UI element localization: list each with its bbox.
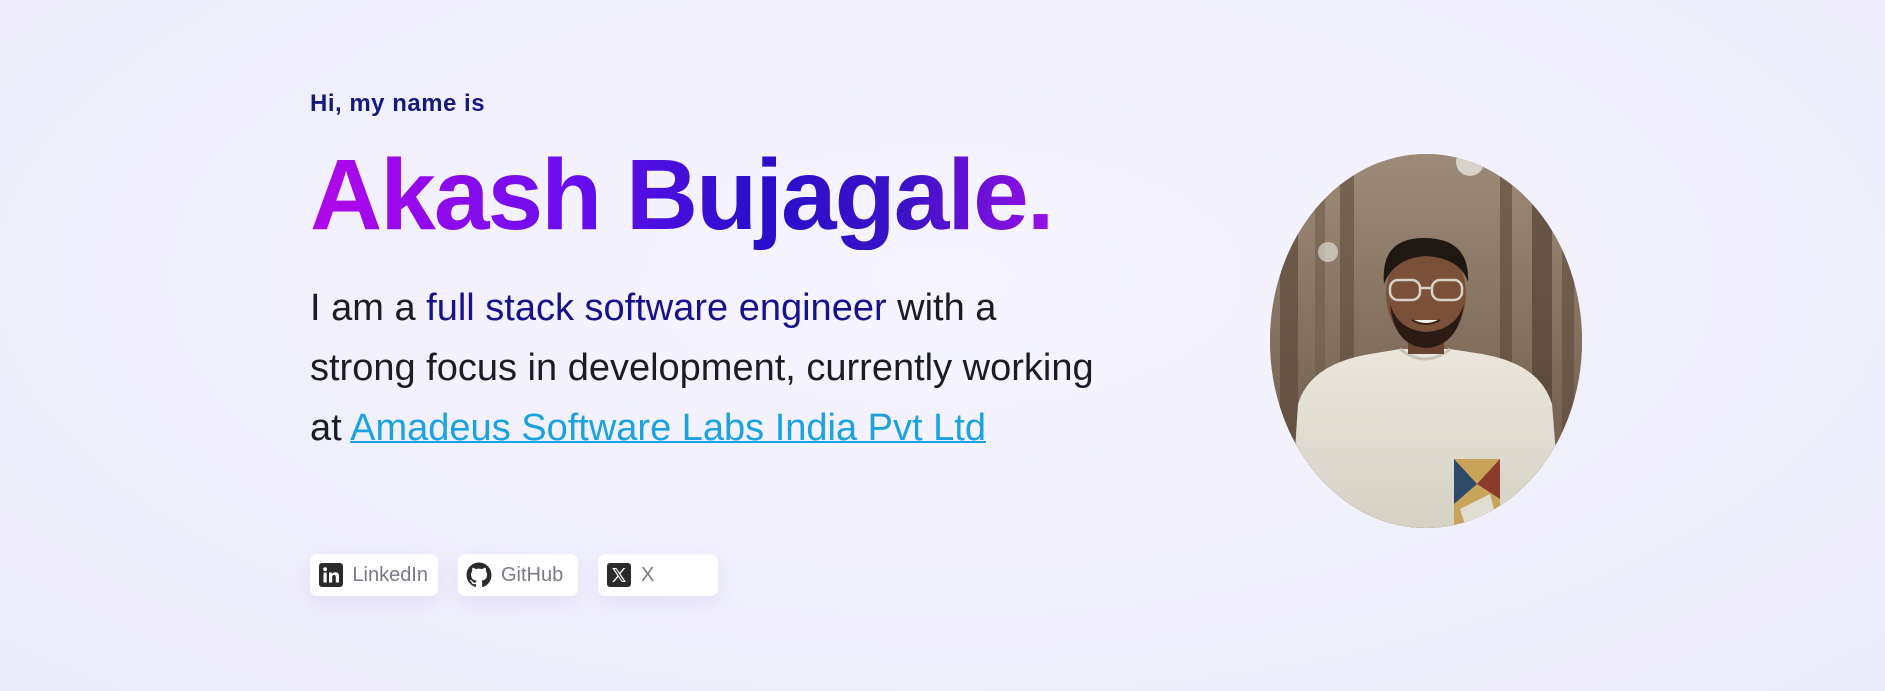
x-icon xyxy=(606,562,632,588)
github-label: GitHub xyxy=(501,563,564,586)
company-link[interactable]: Amadeus Software Labs India Pvt Ltd xyxy=(350,407,986,449)
greeting-text: Hi, my name is xyxy=(310,90,486,117)
intro-highlight: full stack software engineer xyxy=(426,287,887,329)
linkedin-icon xyxy=(318,562,343,588)
linkedin-button[interactable]: LinkedIn xyxy=(310,554,438,596)
intro-prefix: I am a xyxy=(310,287,427,329)
x-label: X xyxy=(641,563,655,586)
profile-avatar xyxy=(1270,154,1582,528)
hero-section: Hi, my name is Akash Bujagale. I am a fu… xyxy=(310,0,1110,691)
name-heading: Akash Bujagale. xyxy=(310,139,1055,251)
github-button[interactable]: GitHub xyxy=(458,554,578,596)
x-button[interactable]: X xyxy=(598,554,718,596)
github-icon xyxy=(466,562,492,588)
intro-paragraph: I am a full stack software engineer with… xyxy=(310,278,1110,458)
linkedin-label: LinkedIn xyxy=(352,563,428,586)
social-links: LinkedIn GitHub X xyxy=(310,554,718,596)
